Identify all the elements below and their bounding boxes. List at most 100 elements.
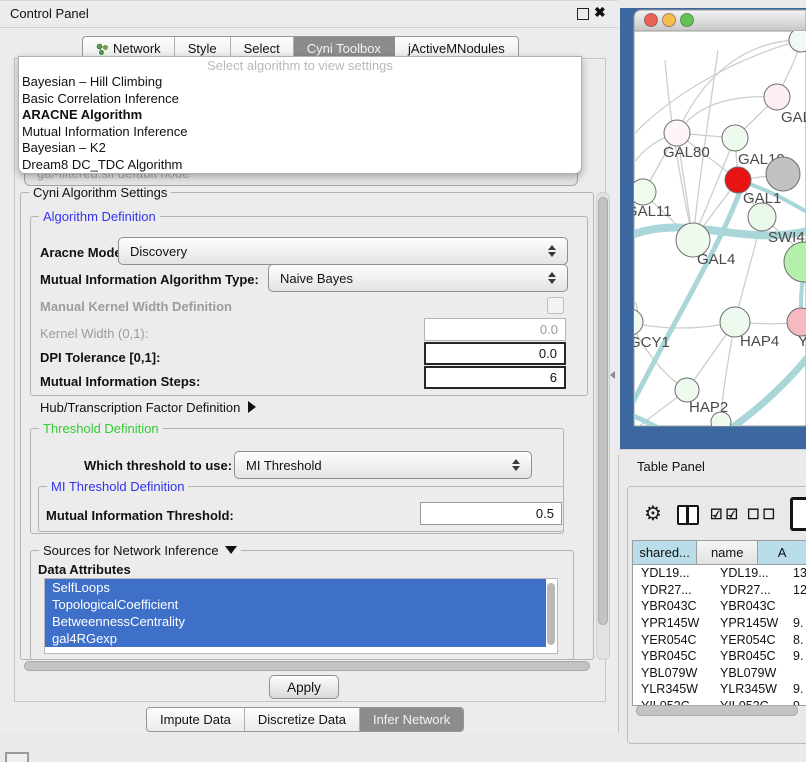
split-columns-icon[interactable]	[677, 505, 699, 525]
mi-type-combo[interactable]: Naive Bayes	[268, 264, 568, 292]
node-label: GAL80	[663, 144, 710, 161]
aracne-mode-combo[interactable]: Discovery	[118, 237, 568, 265]
data-attributes-list: SelfLoopsTopologicalCoefficientBetweenne…	[44, 578, 558, 654]
attribute-item-betweennesscentrality[interactable]: BetweennessCentrality	[45, 613, 546, 630]
manual-kernel-checkbox[interactable]	[547, 297, 564, 314]
table-cell: YDR27...	[633, 583, 712, 597]
which-threshold-value: MI Threshold	[235, 458, 508, 473]
hub-definition-toggle[interactable]: Hub/Transcription Factor Definition	[40, 400, 256, 415]
mi-type-value: Naive Bayes	[269, 271, 544, 286]
table-panel-title: Table Panel	[637, 459, 705, 474]
tab-label: jActiveMNodules	[408, 41, 505, 56]
settings-horizontal-scrollbar[interactable]	[20, 660, 592, 671]
column-header-shared[interactable]: shared...	[633, 541, 697, 564]
table-row[interactable]: YBR045CYBR045C9.	[633, 648, 806, 665]
table-row[interactable]: YLR345WYLR345W9.	[633, 681, 806, 698]
threshold-definition-label: Threshold Definition	[39, 421, 163, 436]
control-panel-title: Control Panel	[10, 6, 89, 21]
document-icon[interactable]	[790, 497, 806, 531]
network-view[interactable]: GALGAL80GAL10GAL1GAL11GAL4SWI4GCY1HAP4YH…	[618, 0, 806, 455]
list-scrollbar[interactable]	[547, 583, 555, 645]
tab-impute-data[interactable]: Impute Data	[147, 708, 245, 731]
algorithm-option-mutual-information-inference[interactable]: Mutual Information Inference	[19, 124, 581, 141]
table-row[interactable]: YDL19...YDL19...13	[633, 565, 806, 582]
algorithm-option-bayesian-k2[interactable]: Bayesian – K2	[19, 140, 581, 157]
zoom-traffic-light[interactable]	[681, 14, 694, 27]
table-cell: YDL19...	[633, 566, 712, 580]
spinner-arrows-icon	[544, 272, 560, 284]
node-table: shared...nameA YDL19...YDL19...13YDR27..…	[632, 540, 806, 706]
dpi-tolerance-field[interactable]: 0.0	[424, 342, 566, 365]
settings-vertical-scrollbar[interactable]	[596, 192, 610, 660]
tab-label: Network	[113, 41, 161, 56]
close-icon[interactable]: ✖	[594, 4, 606, 21]
tab-discretize-data[interactable]: Discretize Data	[245, 708, 360, 731]
table-row[interactable]: YPR145WYPR145W9.	[633, 615, 806, 632]
which-threshold-label: Which threshold to use:	[84, 458, 232, 473]
collapsed-arrow-icon	[248, 401, 256, 413]
network-node-swi4[interactable]	[748, 203, 776, 231]
attribute-item-gal4rgexp[interactable]: gal4RGexp	[45, 630, 546, 647]
network-icon	[96, 43, 108, 55]
algorithm-option-basic-correlation-inference[interactable]: Basic Correlation Inference	[19, 91, 581, 108]
table-cell: YBR045C	[712, 649, 787, 663]
panel-divider	[618, 449, 806, 450]
table-cell: YBR045C	[633, 649, 712, 663]
column-header-name[interactable]: name	[697, 541, 758, 564]
mi-threshold-field[interactable]: 0.5	[420, 502, 562, 525]
attribute-item-selfloops[interactable]: SelfLoops	[45, 579, 546, 596]
network-window-titlebar[interactable]	[634, 10, 806, 31]
table-row[interactable]: YBL079WYBL079W	[633, 665, 806, 682]
unchecked-boxes-icon[interactable]: ☐☐	[747, 506, 778, 523]
table-row[interactable]: YER054CYER054C8.	[633, 631, 806, 648]
app-screen: Control Panel ✖ NetworkStyleSelectCyni T…	[0, 0, 806, 762]
table-cell: 12	[787, 583, 806, 597]
table-row[interactable]: YDR27...YDR27...12	[633, 582, 806, 599]
attribute-item-topologicalcoefficient[interactable]: TopologicalCoefficient	[45, 596, 546, 613]
cyni-settings-group-label: Cyni Algorithm Settings	[29, 185, 171, 200]
mi-steps-label: Mutual Information Steps:	[40, 374, 200, 389]
mi-steps-field[interactable]: 6	[424, 366, 566, 389]
table-horizontal-scrollbar[interactable]	[633, 704, 805, 716]
algorithm-definition-label: Algorithm Definition	[39, 209, 160, 224]
panel-splitter-arrow[interactable]	[610, 371, 615, 379]
close-traffic-light[interactable]	[645, 14, 658, 27]
node-label: GCY1	[629, 334, 670, 351]
network-node-gal[interactable]	[764, 84, 790, 110]
data-attributes-label: Data Attributes	[38, 562, 131, 577]
network-node[interactable]	[766, 157, 800, 191]
control-panel-titlebar: Control Panel ✖	[0, 1, 618, 28]
algorithm-option-bayesian-hill-climbing[interactable]: Bayesian – Hill Climbing	[19, 74, 581, 91]
algorithm-option-dream8-dc-tdc-algorithm[interactable]: Dream8 DC_TDC Algorithm	[19, 157, 581, 174]
table-row[interactable]: YBR043CYBR043C	[633, 598, 806, 615]
mi-threshold-label: Mutual Information Threshold:	[46, 508, 234, 523]
table-cell: YPR145W	[712, 616, 787, 630]
which-threshold-combo[interactable]: MI Threshold	[234, 451, 532, 479]
kernel-width-label: Kernel Width (0,1):	[40, 326, 148, 341]
spinner-arrows-icon	[544, 245, 560, 257]
apply-button[interactable]: Apply	[269, 675, 339, 699]
checked-boxes-icon[interactable]: ☑☑	[710, 506, 741, 523]
mi-type-label: Mutual Information Algorithm Type:	[40, 272, 259, 287]
table-cell: 8.	[787, 633, 806, 647]
minimize-traffic-light[interactable]	[663, 14, 676, 27]
aracne-mode-value: Discovery	[119, 244, 544, 259]
algorithm-placeholder: Select algorithm to view settings	[19, 57, 581, 74]
table-cell: YBL079W	[712, 666, 787, 680]
cyni-bottom-tabbar: Impute DataDiscretize DataInfer Network	[146, 707, 464, 732]
float-window-icon[interactable]	[577, 8, 589, 20]
mi-threshold-group-label: MI Threshold Definition	[47, 479, 188, 494]
table-cell: 13	[787, 566, 806, 580]
algorithm-option-aracne-algorithm[interactable]: ARACNE Algorithm	[19, 107, 581, 124]
manual-kernel-label: Manual Kernel Width Definition	[40, 299, 232, 314]
tab-infer-network[interactable]: Infer Network	[360, 708, 463, 731]
gear-icon[interactable]: ⚙	[644, 501, 662, 526]
sources-group-label[interactable]: Sources for Network Inference	[39, 543, 241, 558]
table-cell: YDL19...	[712, 566, 787, 580]
table-cell: YBR043C	[712, 599, 787, 613]
kernel-width-field[interactable]: 0.0	[424, 318, 566, 341]
tab-label: Style	[188, 41, 217, 56]
column-header-a[interactable]: A	[758, 541, 806, 564]
network-node-gal80[interactable]	[664, 120, 690, 146]
network-node-gal10[interactable]	[722, 125, 748, 151]
